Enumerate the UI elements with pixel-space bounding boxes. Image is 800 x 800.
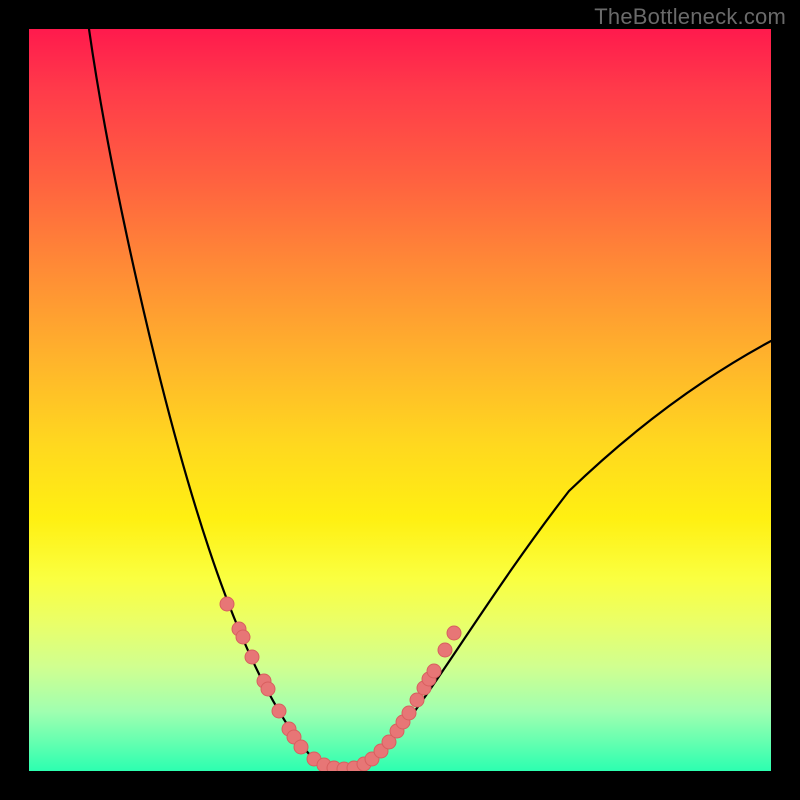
data-marker [261, 682, 275, 696]
data-marker [427, 664, 441, 678]
data-marker [447, 626, 461, 640]
data-marker [245, 650, 259, 664]
plot-area [29, 29, 771, 771]
marker-group [220, 597, 461, 771]
data-marker [294, 740, 308, 754]
data-marker [402, 706, 416, 720]
curve-left-branch [89, 29, 347, 769]
data-marker [236, 630, 250, 644]
curve-right-branch [347, 341, 771, 769]
data-marker [272, 704, 286, 718]
data-marker [438, 643, 452, 657]
watermark-text: TheBottleneck.com [594, 4, 786, 30]
chart-svg [29, 29, 771, 771]
data-marker [220, 597, 234, 611]
